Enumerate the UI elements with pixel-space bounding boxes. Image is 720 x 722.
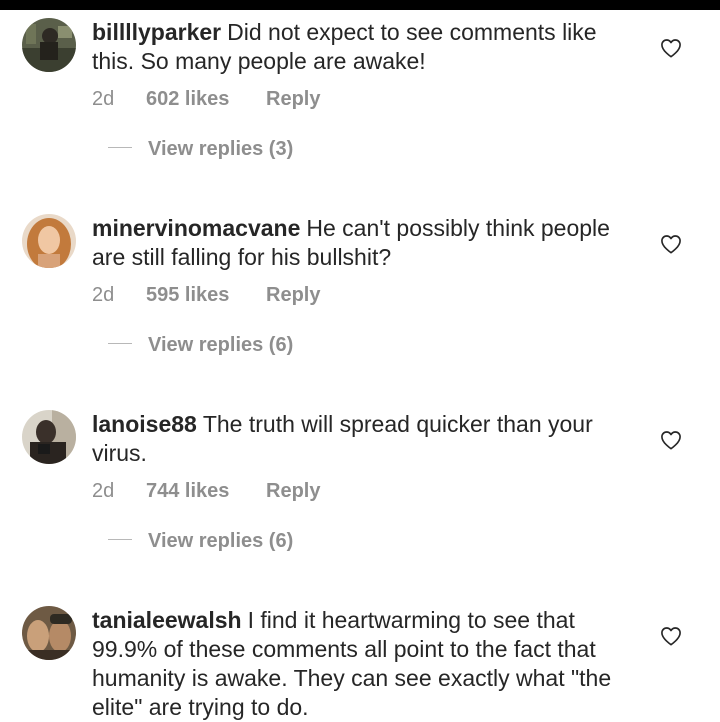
avatar[interactable] <box>22 18 76 72</box>
view-replies-button[interactable]: View replies (6) <box>108 334 293 357</box>
view-replies-label: View replies (6) <box>148 530 294 552</box>
view-replies-label: View replies (3) <box>148 138 294 160</box>
comment-username[interactable]: tanialeewalsh <box>92 607 242 633</box>
view-replies-label: View replies (6) <box>148 334 294 356</box>
heart-outline-icon[interactable] <box>660 234 682 254</box>
avatar[interactable] <box>22 410 76 464</box>
reply-button[interactable]: Reply <box>266 88 320 111</box>
comment-text-block: billllyparker Did not expect to see comme… <box>92 18 632 76</box>
comment-text-block: minervinomacvane He can't possibly think … <box>92 214 632 272</box>
view-replies-button[interactable]: View replies (3) <box>108 138 293 161</box>
comment-time: 2d <box>92 88 115 110</box>
avatar[interactable] <box>22 214 76 268</box>
comment-likes[interactable]: 744 likes <box>146 480 266 503</box>
comment-meta: 2d 744 likes Reply <box>92 480 320 503</box>
reply-button[interactable]: Reply <box>266 480 320 503</box>
comment-username[interactable]: minervinomacvane <box>92 215 300 241</box>
view-replies-button[interactable]: View replies (6) <box>108 530 293 553</box>
top-edge-bar <box>0 0 720 10</box>
replies-divider <box>108 343 132 345</box>
heart-outline-icon[interactable] <box>660 38 682 58</box>
comment-time: 2d <box>92 480 115 502</box>
replies-divider <box>108 539 132 541</box>
avatar[interactable] <box>22 606 76 660</box>
heart-outline-icon[interactable] <box>660 430 682 450</box>
replies-divider <box>108 147 132 149</box>
comment-username[interactable]: lanoise88 <box>92 411 197 437</box>
comment-text-block: tanialeewalsh I find it heartwarming to s… <box>92 606 632 722</box>
comment-likes[interactable]: 595 likes <box>146 284 266 307</box>
comment-username[interactable]: billllyparker <box>92 19 221 45</box>
reply-button[interactable]: Reply <box>266 284 320 307</box>
comment-meta: 2d 602 likes Reply <box>92 88 320 111</box>
comment-likes[interactable]: 602 likes <box>146 88 266 111</box>
heart-outline-icon[interactable] <box>660 626 682 646</box>
comment-text-block: lanoise88 The truth will spread quicker t… <box>92 410 632 468</box>
comment-meta: 2d 595 likes Reply <box>92 284 320 307</box>
comment-time: 2d <box>92 284 115 306</box>
